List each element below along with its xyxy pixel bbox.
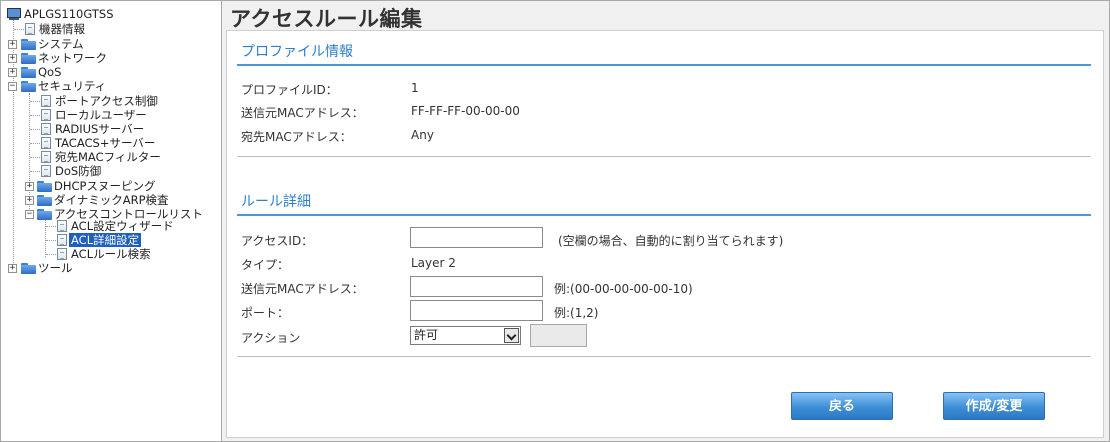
sidebar-item-label: セキュリティ <box>38 79 107 93</box>
tree-connector <box>29 93 30 211</box>
sidebar-item-acl-wizard[interactable]: ACL設定ウィザード <box>55 219 176 233</box>
profile-src-mac-label: 送信元MACアドレス： <box>241 106 364 120</box>
collapse-icon[interactable]: − <box>8 82 17 91</box>
expand-icon[interactable]: + <box>8 68 17 77</box>
page-icon <box>41 95 51 107</box>
section-divider <box>237 64 1091 66</box>
page-icon <box>57 248 67 260</box>
sidebar-item-label: 機器情報 <box>39 22 85 36</box>
sidebar-item-label: ダイナミックARP検査 <box>54 193 169 207</box>
sidebar-item-acl-rule-search[interactable]: ACLルール検索 <box>55 247 153 261</box>
sidebar-item-radius[interactable]: RADIUSサーバー <box>39 122 146 136</box>
tree-root-label: APLGS110GTSS <box>24 7 114 21</box>
sidebar-item-local-user[interactable]: ローカルユーザー <box>39 108 149 122</box>
sidebar-item-label: TACACS+サーバー <box>55 136 156 150</box>
folder-icon <box>21 263 36 274</box>
profile-dst-mac-value: Any <box>411 128 434 142</box>
sidebar-item-label: 宛先MACフィルター <box>55 150 161 164</box>
profile-section-title: プロファイル情報 <box>241 44 353 60</box>
folder-icon <box>21 67 36 78</box>
sidebar-item-label: ACL詳細設定 <box>69 233 142 247</box>
content-area: プロファイル情報 プロファイルID： 1 送信元MACアドレス： FF-FF-F… <box>226 30 1104 438</box>
section-separator <box>237 356 1091 357</box>
action-selected-value: 許可 <box>414 328 439 342</box>
folder-open-icon <box>21 81 36 92</box>
folder-icon <box>21 53 36 64</box>
page-icon <box>57 234 67 246</box>
back-button[interactable]: 戻る <box>791 392 893 420</box>
folder-icon <box>37 195 52 206</box>
profile-id-value: 1 <box>411 81 419 95</box>
sidebar-item-system[interactable]: システム <box>21 37 86 51</box>
sidebar-item-tacacs[interactable]: TACACS+サーバー <box>39 136 157 150</box>
sidebar-item-label: RADIUSサーバー <box>55 122 145 136</box>
sidebar-item-device-info[interactable]: 機器情報 <box>23 22 87 36</box>
sidebar-item-label: ACLルール検索 <box>71 247 151 261</box>
sidebar-item-security[interactable]: セキュリティ <box>21 79 108 93</box>
main-panel: アクセスルール編集 プロファイル情報 プロファイルID： 1 送信元MACアドレ… <box>222 0 1110 442</box>
section-separator <box>237 156 1091 157</box>
page-icon <box>41 123 51 135</box>
profile-dst-mac-label: 宛先MACアドレス： <box>241 130 352 144</box>
page-icon <box>41 137 51 149</box>
sidebar-item-label: ネットワーク <box>38 51 107 65</box>
folder-icon <box>21 39 36 50</box>
tree-root[interactable]: APLGS110GTSS <box>6 7 116 21</box>
type-label: タイプ： <box>241 258 290 272</box>
port-hint: 例:(1,2) <box>554 306 599 320</box>
sidebar-item-label: ツール <box>38 261 73 275</box>
page-icon <box>41 109 51 121</box>
rule-src-mac-label: 送信元MACアドレス： <box>241 282 364 296</box>
expand-icon[interactable]: + <box>8 40 17 49</box>
page-icon <box>41 151 51 163</box>
action-select[interactable]: 許可 <box>410 326 521 345</box>
sidebar-item-label: ローカルユーザー <box>55 108 147 122</box>
sidebar-item-network[interactable]: ネットワーク <box>21 51 109 65</box>
sidebar-item-qos[interactable]: QoS <box>21 65 63 79</box>
type-value: Layer 2 <box>411 256 456 270</box>
profile-src-mac-value: FF-FF-FF-00-00-00 <box>411 104 520 118</box>
expand-icon[interactable]: + <box>8 264 17 273</box>
port-label: ポート： <box>241 306 290 320</box>
sidebar-item-dhcp-snooping[interactable]: DHCPスヌーピング <box>37 179 157 193</box>
expand-icon[interactable]: + <box>8 54 17 63</box>
port-input[interactable] <box>410 300 543 321</box>
sidebar-item-dynamic-arp[interactable]: ダイナミックARP検査 <box>37 193 171 207</box>
expand-icon[interactable]: + <box>25 182 34 191</box>
action-extra-field-disabled <box>530 324 587 347</box>
collapse-icon[interactable]: − <box>25 210 34 219</box>
src-mac-input[interactable] <box>410 276 543 297</box>
sidebar-item-label: DoS防御 <box>55 164 102 178</box>
page-icon <box>41 165 51 177</box>
page-icon <box>57 220 67 232</box>
dropdown-arrow-icon[interactable] <box>504 328 519 343</box>
folder-open-icon <box>37 209 52 220</box>
access-id-hint: (空欄の場合、自動的に割り当てられます) <box>558 234 784 248</box>
create-update-button[interactable]: 作成/変更 <box>943 392 1045 420</box>
sidebar-item-dos[interactable]: DoS防御 <box>39 164 103 178</box>
rule-section-title: ルール詳細 <box>241 194 311 210</box>
sidebar-item-acl-detail[interactable]: ACL詳細設定 <box>55 233 142 247</box>
sidebar-item-label: ポートアクセス制御 <box>55 94 158 108</box>
access-id-input[interactable] <box>410 227 543 248</box>
tree-connector <box>45 217 46 257</box>
sidebar-item-tools[interactable]: ツール <box>21 261 75 275</box>
page-icon <box>25 23 35 35</box>
navigation-tree: APLGS110GTSS 機器情報 + システム + ネットワーク + QoS … <box>0 0 222 442</box>
sidebar-item-label: DHCPスヌーピング <box>54 179 156 193</box>
folder-icon <box>37 181 52 192</box>
src-mac-hint: 例:(00-00-00-00-00-10) <box>554 282 693 296</box>
sidebar-item-port-access[interactable]: ポートアクセス制御 <box>39 94 160 108</box>
profile-id-label: プロファイルID： <box>241 83 338 97</box>
page-title: アクセスルール編集 <box>230 7 423 31</box>
access-id-label: アクセスID： <box>241 234 314 248</box>
section-divider <box>237 214 1091 216</box>
sidebar-item-label: ACL設定ウィザード <box>71 219 174 233</box>
sidebar-item-label: システム <box>38 37 84 51</box>
sidebar-item-dst-mac-filter[interactable]: 宛先MACフィルター <box>39 150 163 164</box>
switch-device-icon <box>6 8 22 21</box>
action-label: アクション <box>241 331 301 345</box>
expand-icon[interactable]: + <box>25 196 34 205</box>
sidebar-item-label: QoS <box>38 65 62 79</box>
